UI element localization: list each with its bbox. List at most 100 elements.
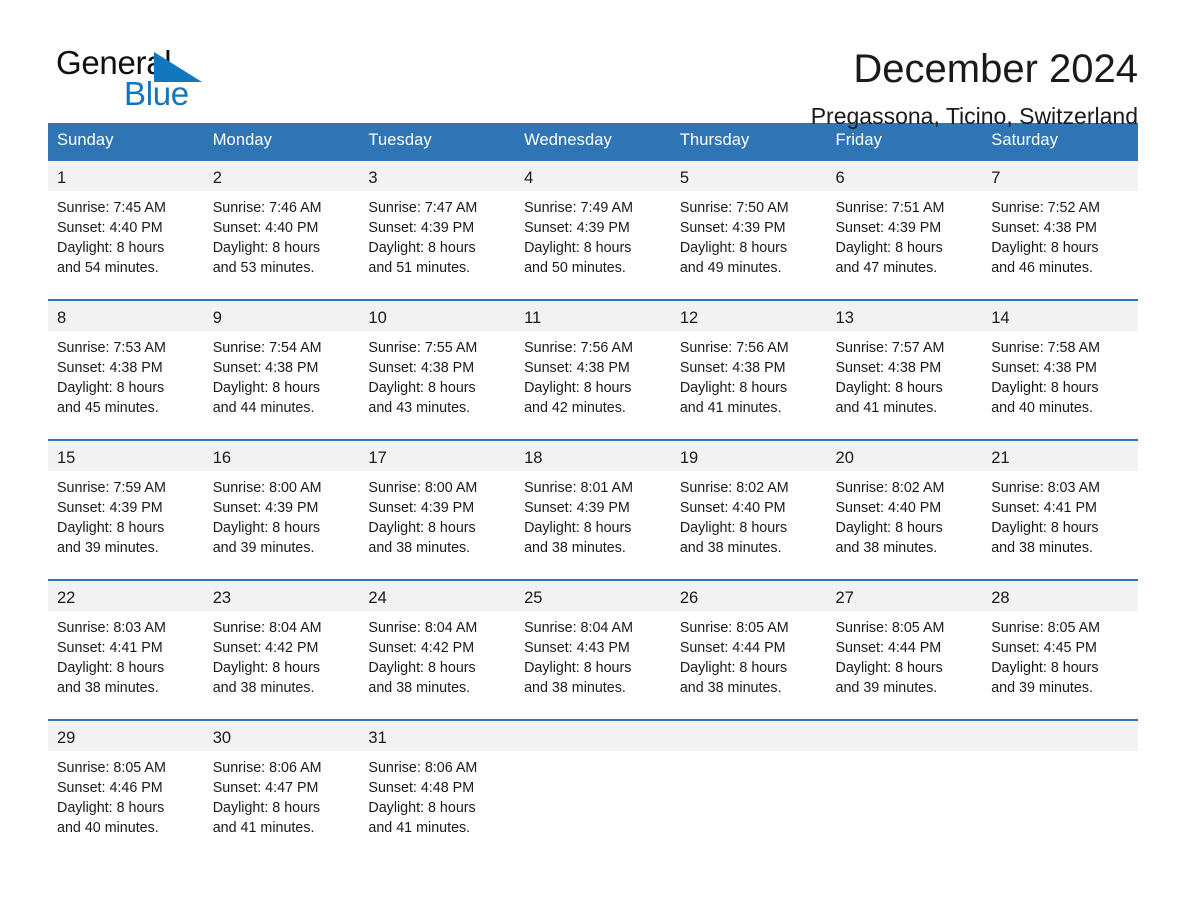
daylight-text-line1: Daylight: 8 hours [991,380,1099,396]
day-cell[interactable]: 18 Sunrise: 8:01 AM Sunset: 4:39 PM Dayligh… [515,439,671,564]
daylight-text-line2: and 53 minutes. [212,260,315,276]
week-spacer [48,284,1138,300]
day-cell[interactable]: 17 Sunrise: 8:00 AM Sunset: 4:39 PM Dayligh… [359,439,516,564]
day-number: 12 [670,301,827,331]
sunrise-sunset-calendar: Sunday Monday Tuesday Wednesday Thursday… [48,123,1138,844]
day-cell-empty [982,719,1138,844]
day-number: 7 [982,161,1138,191]
day-cell[interactable]: 29 Sunrise: 8:05 AM Sunset: 4:46 PM Dayligh… [48,719,204,844]
sunrise-text: Sunrise: 7:58 AM [991,340,1101,356]
day-cell[interactable]: 1 Sunrise: 7:45 AM Sunset: 4:40 PM Daylight… [48,159,204,284]
day-cell[interactable]: 5 Sunrise: 7:50 AM Sunset: 4:39 PM Daylight… [670,159,827,284]
daylight-text-line1: Daylight: 8 hours [57,240,165,256]
day-cell[interactable]: 7 Sunrise: 7:52 AM Sunset: 4:38 PM Daylight… [982,159,1138,284]
daylight-text-line1: Daylight: 8 hours [368,380,476,396]
day-cell[interactable]: 20 Sunrise: 8:02 AM Sunset: 4:40 PM Dayligh… [826,439,983,564]
sunset-text: Sunset: 4:39 PM [835,220,942,236]
sunset-text: Sunset: 4:43 PM [524,640,630,656]
day-cell[interactable]: 8 Sunrise: 7:53 AM Sunset: 4:38 PM Daylight… [48,299,204,424]
day-cell[interactable]: 13 Sunrise: 7:57 AM Sunset: 4:38 PM Dayligh… [826,299,983,424]
day-cell[interactable]: 31 Sunrise: 8:06 AM Sunset: 4:48 PM Dayligh… [359,719,516,844]
day-cell[interactable]: 15 Sunrise: 7:59 AM Sunset: 4:39 PM Dayligh… [48,439,204,564]
day-details: Sunrise: 8:03 AM Sunset: 4:41 PM Daylight:… [982,471,1138,564]
day-details: Sunrise: 8:06 AM Sunset: 4:48 PM Daylight:… [359,751,515,844]
daylight-text-line1: Daylight: 8 hours [212,520,320,536]
day-details: Sunrise: 7:47 AM Sunset: 4:39 PM Daylight:… [359,191,515,284]
day-number: 30 [203,721,360,751]
day-details: Sunrise: 7:59 AM Sunset: 4:39 PM Daylight:… [48,471,204,564]
sunrise-text: Sunrise: 8:00 AM [212,480,322,496]
daylight-text-line1: Daylight: 8 hours [991,240,1099,256]
day-number: 31 [359,721,516,751]
sunset-text: Sunset: 4:38 PM [679,360,786,376]
sunrise-text: Sunrise: 7:50 AM [679,200,789,216]
logo-text-blue: Blue [124,75,189,112]
daylight-text-line1: Daylight: 8 hours [212,240,320,256]
day-details [982,751,1138,837]
sunrise-text: Sunrise: 7:56 AM [524,340,633,356]
day-cell[interactable]: 30 Sunrise: 8:06 AM Sunset: 4:47 PM Dayligh… [203,719,360,844]
daylight-text-line2: and 46 minutes. [991,260,1093,276]
day-cell[interactable]: 12 Sunrise: 7:56 AM Sunset: 4:38 PM Dayligh… [670,299,827,424]
day-cell[interactable]: 4 Sunrise: 7:49 AM Sunset: 4:39 PM Daylight… [515,159,671,284]
day-cell[interactable]: 23 Sunrise: 8:04 AM Sunset: 4:42 PM Dayligh… [203,579,360,704]
day-cell[interactable]: 21 Sunrise: 8:03 AM Sunset: 4:41 PM Dayligh… [982,439,1138,564]
daylight-text-line1: Daylight: 8 hours [212,800,320,816]
day-cell[interactable]: 19 Sunrise: 8:02 AM Sunset: 4:40 PM Dayligh… [670,439,827,564]
sunrise-text: Sunrise: 8:06 AM [212,760,322,776]
daylight-text-line1: Daylight: 8 hours [679,240,788,256]
daylight-text-line2: and 38 minutes. [524,680,626,696]
day-cell[interactable]: 11 Sunrise: 7:56 AM Sunset: 4:38 PM Dayligh… [515,299,671,424]
day-details: Sunrise: 7:54 AM Sunset: 4:38 PM Daylight:… [204,331,360,424]
daylight-text-line2: and 40 minutes. [991,400,1093,416]
day-cell[interactable]: 27 Sunrise: 8:05 AM Sunset: 4:44 PM Dayligh… [826,579,983,704]
weekday-header-tuesday: Tuesday [359,123,516,160]
day-details: Sunrise: 8:05 AM Sunset: 4:44 PM Daylight:… [827,611,983,704]
day-details: Sunrise: 7:56 AM Sunset: 4:38 PM Daylight:… [671,331,827,424]
day-cell[interactable]: 14 Sunrise: 7:58 AM Sunset: 4:38 PM Dayligh… [982,299,1138,424]
day-cell[interactable]: 10 Sunrise: 7:55 AM Sunset: 4:38 PM Dayligh… [359,299,516,424]
day-cell[interactable]: 16 Sunrise: 8:00 AM Sunset: 4:39 PM Dayligh… [203,439,360,564]
page-subtitle: Pregassona, Ticino, Switzerland [810,103,1138,130]
daylight-text-line1: Daylight: 8 hours [524,240,632,256]
calendar-body: 1 Sunrise: 7:45 AM Sunset: 4:40 PM Daylight… [48,159,1138,844]
sunrise-text: Sunrise: 7:53 AM [57,340,166,356]
day-cell[interactable]: 9 Sunrise: 7:54 AM Sunset: 4:38 PM Daylight… [203,299,360,424]
daylight-text-line1: Daylight: 8 hours [57,520,165,536]
sunrise-text: Sunrise: 7:54 AM [212,340,322,356]
weekday-header-monday: Monday [203,123,360,160]
day-cell[interactable]: 2 Sunrise: 7:46 AM Sunset: 4:40 PM Daylight… [203,159,360,284]
day-cell[interactable]: 3 Sunrise: 7:47 AM Sunset: 4:39 PM Daylight… [359,159,516,284]
day-number: 9 [203,301,360,331]
day-details: Sunrise: 8:05 AM Sunset: 4:45 PM Daylight:… [982,611,1138,704]
day-details: Sunrise: 8:04 AM Sunset: 4:42 PM Daylight:… [204,611,360,704]
daylight-text-line1: Daylight: 8 hours [368,660,476,676]
sunset-text: Sunset: 4:39 PM [679,220,786,236]
sunrise-text: Sunrise: 8:03 AM [991,480,1101,496]
sunrise-text: Sunrise: 8:05 AM [679,620,789,636]
day-cell[interactable]: 26 Sunrise: 8:05 AM Sunset: 4:44 PM Dayligh… [670,579,827,704]
daylight-text-line2: and 54 minutes. [57,260,159,276]
week-spacer [48,564,1138,580]
sunrise-text: Sunrise: 8:01 AM [524,480,633,496]
sunset-text: Sunset: 4:48 PM [368,780,475,796]
day-cell[interactable]: 24 Sunrise: 8:04 AM Sunset: 4:42 PM Dayligh… [359,579,516,704]
sunset-text: Sunset: 4:44 PM [679,640,786,656]
weekday-header-sunday: Sunday [48,123,204,160]
day-cell[interactable]: 22 Sunrise: 8:03 AM Sunset: 4:41 PM Dayligh… [48,579,204,704]
day-cell[interactable]: 28 Sunrise: 8:05 AM Sunset: 4:45 PM Dayligh… [982,579,1138,704]
day-cell[interactable]: 6 Sunrise: 7:51 AM Sunset: 4:39 PM Daylight… [826,159,983,284]
day-number: 24 [359,581,516,611]
day-details: Sunrise: 8:00 AM Sunset: 4:39 PM Daylight:… [359,471,515,564]
day-details: Sunrise: 7:55 AM Sunset: 4:38 PM Daylight:… [359,331,515,424]
daylight-text-line1: Daylight: 8 hours [57,660,165,676]
day-number [826,721,983,751]
day-cell-empty [515,719,671,844]
sunset-text: Sunset: 4:38 PM [212,360,319,376]
day-details: Sunrise: 8:02 AM Sunset: 4:40 PM Daylight:… [671,471,827,564]
sunset-text: Sunset: 4:39 PM [524,500,630,516]
daylight-text-line1: Daylight: 8 hours [368,240,476,256]
sunset-text: Sunset: 4:39 PM [57,500,163,516]
day-number: 2 [203,161,360,191]
day-cell[interactable]: 25 Sunrise: 8:04 AM Sunset: 4:43 PM Dayligh… [515,579,671,704]
